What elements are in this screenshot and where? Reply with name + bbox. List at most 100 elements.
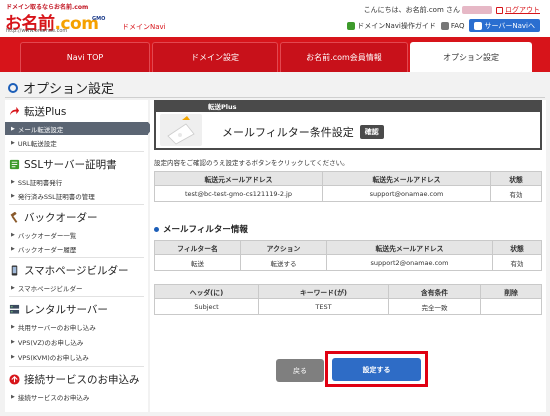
column-header: 転送先メールアドレス xyxy=(326,240,493,255)
sidebar-item-mail-forwarding[interactable]: ▶ メール転送設定 xyxy=(5,122,153,135)
banner-tag: 転送Plus xyxy=(208,103,237,111)
ring-icon xyxy=(8,82,18,93)
table-cell: 完全一致 xyxy=(388,298,481,315)
section-banner: 転送Plus メールフィルター条件設定 確認 xyxy=(154,100,542,150)
gmo-logo: GMO xyxy=(92,16,106,22)
sidebar-section-connection: 接続サービスのお申込み xyxy=(5,370,148,388)
table-cell: support2@onamae.com xyxy=(326,254,493,271)
table-header-row: ヘッダ(に) キーワード(が) 含有条件 削除 xyxy=(154,284,542,299)
column-header: ヘッダ(に) xyxy=(154,284,259,299)
table-cell: test@bc-test-gmo-cs121119-2.jp xyxy=(154,185,323,202)
sidebar-section-smartphone: スマホページビルダー xyxy=(5,261,148,279)
sidebar-section-label: 接続サービスのお申込み xyxy=(24,373,140,386)
tab-option-settings[interactable]: オプション設定 xyxy=(410,42,532,72)
sidebar-item-label: バックオーダー一覧 xyxy=(17,231,77,240)
book-icon xyxy=(347,21,356,30)
submit-button[interactable]: 設定する xyxy=(332,358,421,381)
table-row: Subject TEST 完全一致 xyxy=(154,298,542,315)
logo-url: http://www.onamae.com xyxy=(6,28,68,34)
sidebar-divider xyxy=(9,151,144,152)
sidebar-item-ssl-manage[interactable]: ▶ 発行済みSSL証明書の管理 xyxy=(5,189,148,202)
faq-link[interactable]: FAQ xyxy=(440,19,464,32)
logout-icon xyxy=(496,6,503,14)
site-header: ドメイン取るならお名前.com お名前.com GMO http://www.o… xyxy=(0,0,550,37)
table-cell: Subject xyxy=(154,298,259,315)
sidebar-item-label: VPS(KVM)のお申し込み xyxy=(17,353,89,362)
sidebar-section-label: SSLサーバー証明書 xyxy=(24,158,117,171)
sidebar-divider xyxy=(9,366,144,367)
sidebar-section-label: レンタルサーバー xyxy=(24,303,108,316)
sidebar-section-forwarding: 転送Plus xyxy=(5,102,148,120)
sidebar-item-backorder-list[interactable]: ▶ バックオーダー一覧 xyxy=(5,228,148,241)
page-title: オプション設定 xyxy=(8,78,114,97)
column-header: アクション xyxy=(240,240,327,255)
table-row: 転送 転送する support2@onamae.com 有効 xyxy=(154,254,542,271)
sidebar-item-label: SSL証明書発行 xyxy=(17,178,63,187)
sidebar-section-ssl: SSLサーバー証明書 xyxy=(5,155,148,173)
masked-username xyxy=(462,6,492,14)
back-button[interactable]: 戻る xyxy=(276,359,324,382)
sidebar-item-label: 発行済みSSL証明書の管理 xyxy=(17,192,95,201)
banner-title: メールフィルター条件設定 確認 xyxy=(222,124,384,140)
sidebar-item-label: URL転送設定 xyxy=(17,139,57,148)
instruction-text: 設定内容をご確認のうえ設定するボタンをクリックしてください。 xyxy=(154,159,349,167)
column-header: 含有条件 xyxy=(388,284,481,299)
filter-section-title: メールフィルター情報 xyxy=(163,225,248,235)
sidebar-section-backorder: バックオーダー xyxy=(5,208,148,226)
banner-title-text: メールフィルター条件設定 xyxy=(222,126,354,139)
manual-link-label: ドメインNavi操作ガイド xyxy=(357,21,436,30)
table-header-row: フィルター名 アクション 転送先メールアドレス 状態 xyxy=(154,240,542,255)
table-cell: 有効 xyxy=(490,185,542,202)
connection-icon xyxy=(9,373,20,385)
mail-illustration-icon xyxy=(160,114,202,146)
table-cell xyxy=(480,298,542,315)
brand-label: ドメインNavi xyxy=(122,23,166,31)
manual-link[interactable]: ドメインNavi操作ガイド xyxy=(347,19,436,32)
certificate-icon xyxy=(9,159,20,169)
question-icon xyxy=(440,21,449,30)
sidebar-item-connection-apply[interactable]: ▶ 接続サービスのお申込み xyxy=(5,390,148,403)
column-header: キーワード(が) xyxy=(258,284,389,299)
main-content: 転送Plus メールフィルター条件設定 確認 設定内容をご確認のうえ設定するボタ… xyxy=(150,100,546,412)
sidebar-section-label: スマホページビルダー xyxy=(24,264,129,277)
table-row: test@bc-test-gmo-cs121119-2.jp support@o… xyxy=(154,185,542,202)
tab-member-info[interactable]: お名前.com会員情報 xyxy=(280,42,408,72)
user-greeting: こんにちは、お名前.com さん ログアウト xyxy=(364,5,540,15)
column-header: 状態 xyxy=(490,171,542,186)
greeting-text: こんにちは、お名前.com さん xyxy=(363,6,460,14)
gavel-icon xyxy=(10,211,18,223)
sidebar-item-label: 接続サービスのお申込み xyxy=(17,393,90,402)
logout-link[interactable]: ログアウト xyxy=(505,5,540,15)
sidebar-item-vps-kvm[interactable]: ▶ VPS(KVM)のお申し込み xyxy=(5,350,148,363)
sidebar-item-label: メール転送設定 xyxy=(17,125,64,134)
sidebar-item-shared-server[interactable]: ▶ 共用サーバーのお申し込み xyxy=(5,320,148,333)
sidebar-item-smartphone-builder[interactable]: ▶ スマホページビルダー xyxy=(5,281,148,294)
sidebar-item-label: バックオーダー履歴 xyxy=(17,245,77,254)
forward-arrow-icon xyxy=(9,106,20,115)
sidebar-item-backorder-history[interactable]: ▶ バックオーダー履歴 xyxy=(5,242,148,255)
sidebar-section-label: 転送Plus xyxy=(24,105,67,118)
table-header-row: 転送元メールアドレス 転送先メールアドレス 状態 xyxy=(154,171,542,186)
sidebar-item-vps-vz[interactable]: ▶ VPS(VZ)のお申し込み xyxy=(5,335,148,348)
column-header: 削除 xyxy=(480,284,542,299)
column-header: フィルター名 xyxy=(154,240,241,255)
table-cell: support@onamae.com xyxy=(322,185,491,202)
sidebar-item-ssl-issue[interactable]: ▶ SSL証明書発行 xyxy=(5,175,148,188)
tab-navi-top[interactable]: Navi TOP xyxy=(20,42,150,72)
filter-table: フィルター名 アクション 転送先メールアドレス 状態 転送 転送する suppo… xyxy=(154,240,542,271)
sidebar-section-rental-server: レンタルサーバー xyxy=(5,300,148,318)
title-divider xyxy=(5,97,545,98)
sidebar-item-label: スマホページビルダー xyxy=(17,284,83,293)
server-navi-button[interactable]: サーバーNaviへ xyxy=(469,19,540,32)
smartphone-icon xyxy=(11,264,18,276)
header-links: ドメインNavi操作ガイド FAQ サーバーNaviへ xyxy=(347,19,540,32)
main-tab-bar: Navi TOP ドメイン設定 お名前.com会員情報 オプション設定 xyxy=(0,37,550,72)
column-header: 転送先メールアドレス xyxy=(322,171,491,186)
sidebar-divider xyxy=(9,296,144,297)
sidebar-item-url-forwarding[interactable]: ▶ URL転送設定 xyxy=(5,136,148,149)
sidebar-item-label: 共用サーバーのお申し込み xyxy=(17,323,96,332)
table-cell: TEST xyxy=(258,298,389,315)
filter-section-heading: メールフィルター情報 xyxy=(154,223,248,235)
tab-domain-settings[interactable]: ドメイン設定 xyxy=(152,42,278,72)
sidebar-divider xyxy=(9,204,144,205)
